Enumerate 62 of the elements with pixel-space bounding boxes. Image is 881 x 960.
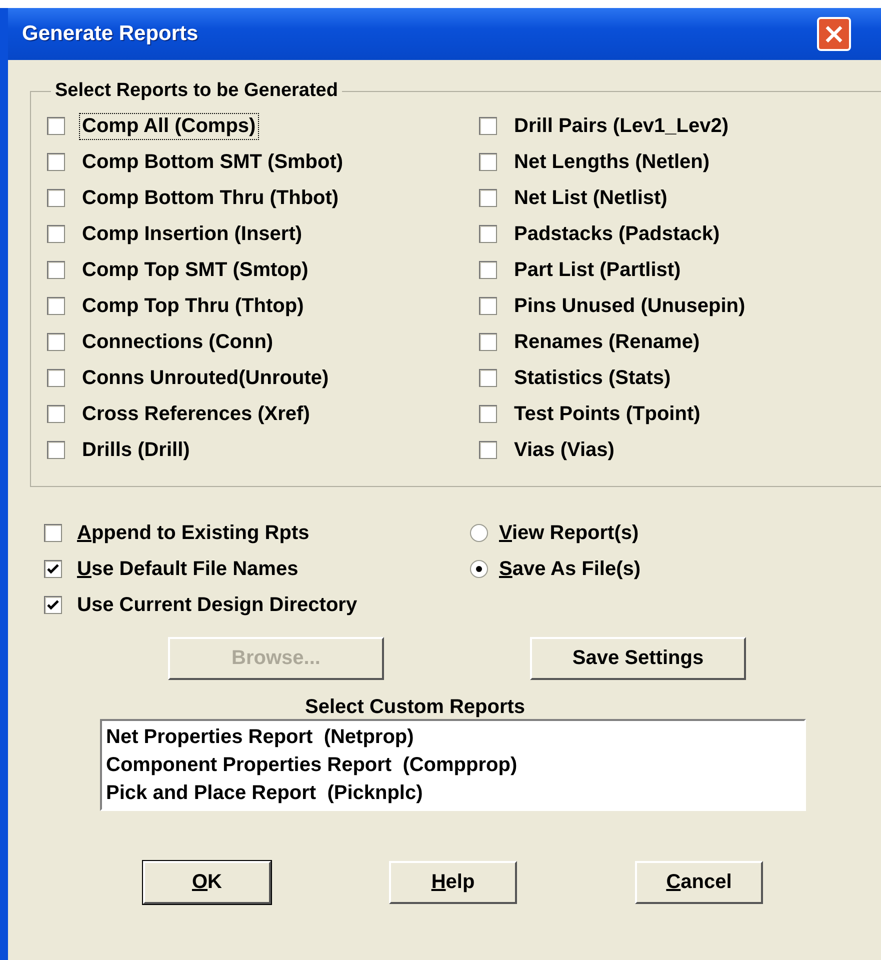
checkbox-label[interactable]: Drill Pairs (Lev1_Lev2) [511,112,732,140]
checkbox[interactable] [47,441,65,459]
checkbox-label[interactable]: Use Current Design Directory [74,592,360,618]
checkbox[interactable] [479,261,497,279]
checkbox[interactable] [479,369,497,387]
checkbox-label[interactable]: Padstacks (Padstack) [511,220,723,248]
checkbox-label[interactable]: Cross References (Xref) [79,400,313,428]
checkbox-label[interactable]: Comp Bottom Thru (Thbot) [79,184,342,212]
checkbox-label[interactable]: Part List (Partlist) [511,256,684,284]
close-button[interactable]: × [817,17,851,51]
list-item[interactable]: Net Properties Report (Netprop) [106,723,800,751]
checkbox[interactable] [47,261,65,279]
checkbox-label[interactable]: Drills (Drill) [79,436,193,464]
checkbox[interactable] [47,333,65,351]
help-button[interactable]: Help [389,861,517,904]
checkbox[interactable] [479,441,497,459]
checkbox-label[interactable]: Comp Top Thru (Thtop) [79,292,307,320]
checkbox-label[interactable]: Comp Top SMT (Smtop) [79,256,312,284]
checkbox-label[interactable]: Comp Insertion (Insert) [79,220,306,248]
checkbox[interactable] [47,153,65,171]
checkbox-label[interactable]: Use Default File Names [74,556,302,582]
list-item[interactable]: Pick and Place Report (Picknplc) [106,779,800,807]
window-title: Generate Reports [22,22,198,46]
checkbox-label[interactable]: Pins Unused (Unusepin) [511,292,748,320]
checkbox[interactable] [47,225,65,243]
radio-label[interactable]: View Report(s) [496,520,642,546]
checkbox[interactable] [479,225,497,243]
save-settings-button[interactable]: Save Settings [530,637,746,680]
checkbox[interactable] [47,117,65,135]
list-title: Select Custom Reports [305,696,526,719]
checkbox[interactable] [479,333,497,351]
cancel-button[interactable]: Cancel [635,861,763,904]
group-title: Select Reports to be Generated [54,80,339,102]
checkbox-label[interactable]: Comp Bottom SMT (Smbot) [79,148,346,176]
checkbox-label[interactable]: Vias (Vias) [511,436,618,464]
radio-label[interactable]: Save As File(s) [496,556,644,582]
checkbox[interactable] [47,297,65,315]
checkbox[interactable] [44,524,62,542]
ok-button[interactable]: OK [143,861,271,904]
radio-button[interactable] [470,524,488,542]
list-item[interactable]: Component Properties Report (Compprop) [106,751,800,779]
checkbox[interactable] [44,596,62,614]
checkbox[interactable] [47,405,65,423]
checkbox[interactable] [479,153,497,171]
checkbox-label[interactable]: Net List (Netlist) [511,184,670,212]
checkbox[interactable] [479,405,497,423]
checkbox[interactable] [47,369,65,387]
checkbox[interactable] [479,117,497,135]
checkbox[interactable] [44,560,62,578]
checkbox-label[interactable]: Net Lengths (Netlen) [511,148,713,176]
checkbox-label[interactable]: Comp All (Comps) [79,112,259,140]
checkbox[interactable] [479,189,497,207]
radio-button[interactable] [470,560,488,578]
checkbox-label[interactable]: Test Points (Tpoint) [511,400,704,428]
checkbox-label[interactable]: Connections (Conn) [79,328,276,356]
custom-reports-list[interactable]: Net Properties Report (Netprop) Component Properties Report (Compprop) Pick and Place Report (Picknplc) [100,719,806,811]
checkbox-label[interactable]: Renames (Rename) [511,328,703,356]
checkbox-label[interactable]: Conns Unrouted(Unroute) [79,364,332,392]
checkbox-label[interactable]: Statistics (Stats) [511,364,674,392]
checkbox-label[interactable]: Append to Existing Rpts [74,520,312,546]
checkbox[interactable] [47,189,65,207]
checkbox[interactable] [479,297,497,315]
